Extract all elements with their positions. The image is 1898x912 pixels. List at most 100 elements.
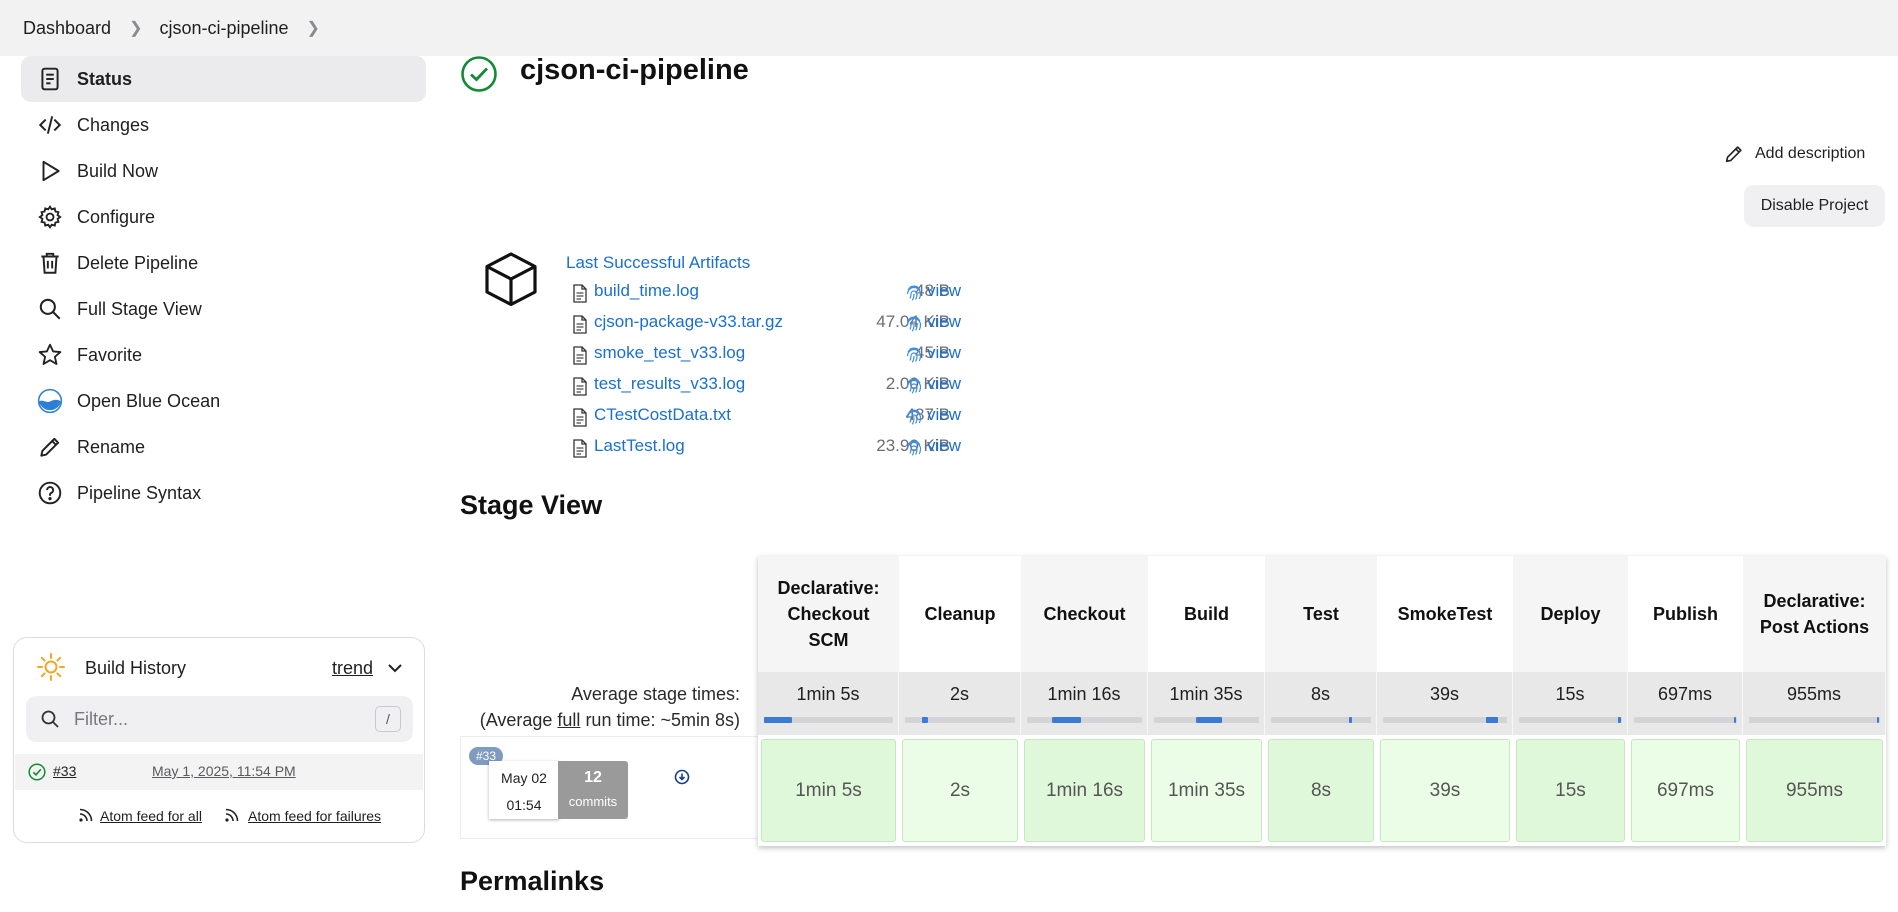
stage-average-time: 955ms — [1786, 684, 1842, 704]
stage-run-time: 39s — [1429, 779, 1461, 801]
artifact-file-link[interactable]: build_time.log — [594, 281, 699, 301]
commits-box[interactable]: 12 commits — [558, 761, 628, 819]
artifact-view-link[interactable]: view — [927, 405, 961, 425]
artifact-file-link[interactable]: smoke_test_v33.log — [594, 343, 745, 363]
stage-progress-bar — [1271, 717, 1371, 723]
build-date-box: May 02 01:54 — [489, 761, 559, 819]
sidebar-item-label: Build Now — [77, 160, 159, 181]
stage-run-cell[interactable]: 1min 16s — [1024, 739, 1145, 842]
stage-run-time: 1min 16s — [1045, 779, 1124, 801]
sidebar-item-configure[interactable]: Configure — [21, 194, 426, 240]
sidebar-item-build-now[interactable]: Build Now — [21, 148, 426, 194]
sidebar-item-delete-pipeline[interactable]: Delete Pipeline — [21, 240, 426, 286]
sidebar-item-full-stage-view[interactable]: Full Stage View — [21, 286, 426, 332]
artifact-view-link[interactable]: view — [927, 436, 961, 456]
artifact-file-link[interactable]: CTestCostData.txt — [594, 405, 731, 425]
fingerprint-icon[interactable] — [904, 314, 924, 334]
breadcrumb-dashboard[interactable]: Dashboard — [23, 18, 111, 39]
stage-run-cell[interactable]: 1min 35s — [1151, 739, 1262, 842]
stage-header: Declarative: Checkout SCM — [758, 556, 899, 672]
stage-header: Publish — [1628, 556, 1743, 672]
artifact-row: test_results_v33.log 2.00 KiB view — [572, 374, 1022, 398]
stage-run-cell[interactable]: 1min 5s — [761, 739, 896, 842]
sidebar-item-status[interactable]: Status — [21, 56, 426, 102]
sidebar-item-label: Pipeline Syntax — [77, 482, 202, 503]
build-date-link[interactable]: May 1, 2025, 11:54 PM — [152, 763, 296, 779]
artifact-view-link[interactable]: view — [927, 374, 961, 394]
stage-average-time: 1min 5s — [796, 684, 860, 704]
commits-label: commits — [568, 794, 618, 809]
status-doc-icon — [36, 65, 64, 93]
disable-project-button[interactable]: Disable Project — [1744, 185, 1885, 227]
artifact-file-link[interactable]: LastTest.log — [594, 436, 685, 456]
add-description-button[interactable]: Add description — [1723, 143, 1865, 165]
fingerprint-icon[interactable] — [904, 376, 924, 396]
artifact-row: CTestCostData.txt 487 Bview — [572, 405, 1022, 429]
full-run-time-link[interactable]: full — [557, 710, 580, 730]
stage-progress-bar — [1383, 717, 1507, 723]
stage-name: Declarative: Checkout SCM — [777, 578, 880, 650]
stage-run-cell[interactable]: 8s — [1268, 739, 1374, 842]
artifact-view-link[interactable]: view — [927, 343, 961, 363]
stage-average-cell: 1min 16s — [1021, 672, 1148, 735]
sidebar-item-rename[interactable]: Rename — [21, 424, 426, 470]
stage-run-cell[interactable]: 39s — [1380, 739, 1510, 842]
chevron-down-icon[interactable] — [385, 658, 405, 678]
breadcrumb-chevron-icon[interactable]: ❯ — [307, 18, 320, 38]
artifact-file-link[interactable]: test_results_v33.log — [594, 374, 745, 394]
stage-run-cell[interactable]: 15s — [1516, 739, 1625, 842]
download-icon[interactable] — [674, 769, 690, 785]
sidebar-item-favorite[interactable]: Favorite — [21, 332, 426, 378]
success-check-icon — [461, 56, 497, 92]
stage-progress-fill — [922, 717, 928, 723]
commits-count: 12 — [584, 769, 602, 786]
sidebar-item-open-blue-ocean[interactable]: Open Blue Ocean — [21, 378, 426, 424]
stage-progress-fill — [1052, 717, 1081, 723]
stage-progress-fill — [1196, 717, 1222, 723]
sidebar-item-label: Favorite — [77, 344, 143, 365]
artifact-view-link[interactable]: view — [927, 312, 961, 332]
build-filter-input[interactable] — [72, 707, 352, 731]
sidebar-item-pipeline-syntax[interactable]: Pipeline Syntax — [21, 470, 426, 516]
fingerprint-icon[interactable] — [904, 345, 924, 365]
sidebar-item-label: Full Stage View — [77, 298, 202, 319]
stage-run-cell[interactable]: 2s — [902, 739, 1018, 842]
stage-name: Deploy — [1540, 604, 1601, 624]
breadcrumb: Dashboard ❯ cjson-ci-pipeline ❯ — [0, 0, 1898, 56]
stage-progress-bar — [1027, 717, 1142, 723]
artifact-row: smoke_test_v33.log 45 Bview — [572, 343, 1022, 367]
stage-name: Cleanup — [924, 604, 996, 624]
last-successful-artifacts-link[interactable]: Last Successful Artifacts — [566, 253, 750, 273]
stage-progress-bar — [1634, 717, 1737, 723]
stage-run-time: 15s — [1555, 779, 1586, 801]
fingerprint-icon[interactable] — [904, 283, 924, 303]
build-history-title: Build History — [85, 658, 187, 678]
atom-feed-all-link[interactable]: Atom feed for all — [100, 808, 202, 824]
stage-header: Cleanup — [899, 556, 1021, 672]
stage-progress-fill — [1877, 717, 1879, 723]
stage-name: Build — [1184, 604, 1229, 624]
artifact-view-link[interactable]: view — [927, 281, 961, 301]
trend-link[interactable]: trend — [332, 658, 373, 679]
fingerprint-icon[interactable] — [904, 438, 924, 458]
stage-average-time: 15s — [1555, 684, 1585, 704]
fingerprint-icon[interactable] — [904, 407, 924, 427]
sidebar-item-label: Delete Pipeline — [77, 252, 199, 273]
stage-run-time: 955ms — [1785, 779, 1844, 801]
stage-run-cell[interactable]: 697ms — [1631, 739, 1740, 842]
stage-run-cell[interactable]: 955ms — [1746, 739, 1883, 842]
atom-feed-failures-link[interactable]: Atom feed for failures — [248, 808, 381, 824]
breadcrumb-job[interactable]: cjson-ci-pipeline — [159, 18, 288, 39]
sidebar-item-changes[interactable]: Changes — [21, 102, 426, 148]
rss-feed-icon — [79, 808, 93, 822]
build-date: May 02 — [501, 770, 547, 786]
build-history-row[interactable]: #33 May 1, 2025, 11:54 PM — [15, 754, 423, 790]
stage-average-cell: 697ms — [1628, 672, 1743, 735]
package-box-icon — [485, 252, 537, 307]
stage-progress-fill — [1734, 717, 1736, 723]
rss-feed-icon — [225, 808, 239, 822]
stage-progress-bar — [1154, 717, 1259, 723]
build-number-link[interactable]: #33 — [53, 763, 76, 779]
stage-run-time: 697ms — [1656, 779, 1715, 801]
stage-average-cell: 955ms — [1743, 672, 1886, 735]
